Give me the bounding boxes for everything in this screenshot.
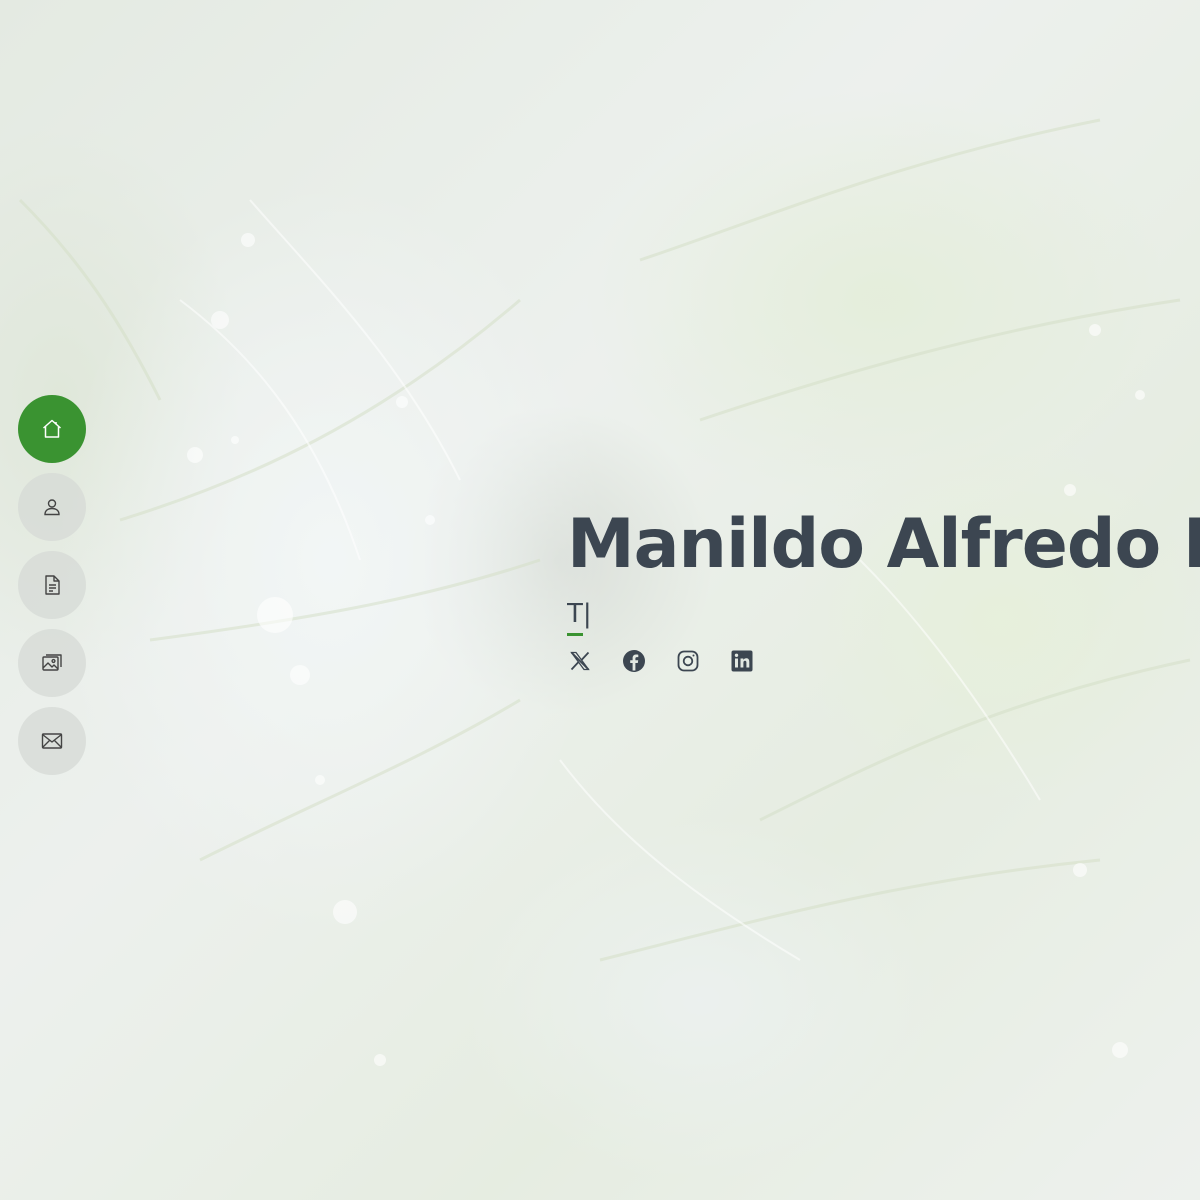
typed-text: T bbox=[567, 598, 583, 636]
linkedin-icon bbox=[731, 650, 753, 672]
x-twitter-icon bbox=[570, 651, 590, 671]
social-link-x-twitter[interactable] bbox=[567, 648, 593, 674]
social-link-instagram[interactable] bbox=[675, 648, 701, 674]
social-link-facebook[interactable] bbox=[621, 648, 647, 674]
envelope-icon bbox=[41, 733, 63, 749]
nav-item-contact[interactable]: contact bbox=[18, 707, 86, 775]
nav-item-resume[interactable]: resume bbox=[18, 551, 86, 619]
nav-item-home[interactable]: home bbox=[18, 395, 86, 463]
images-icon bbox=[42, 654, 62, 671]
social-link-linkedin[interactable] bbox=[729, 648, 755, 674]
nav-item-about[interactable]: about bbox=[18, 473, 86, 541]
facebook-icon bbox=[623, 650, 645, 672]
person-icon bbox=[44, 499, 60, 516]
side-navigation: home about resume portfolio contact bbox=[18, 395, 86, 775]
document-icon bbox=[45, 575, 60, 595]
instagram-icon bbox=[677, 650, 699, 672]
house-icon bbox=[43, 419, 61, 438]
hero-name-heading: Manildo Alfredo M bbox=[567, 505, 1200, 584]
nav-item-portfolio[interactable]: portfolio bbox=[18, 629, 86, 697]
social-links bbox=[567, 648, 1200, 674]
hero-section: Manildo Alfredo M T | bbox=[567, 500, 1200, 674]
typed-cursor: | bbox=[582, 599, 592, 629]
typed-text-container: T | bbox=[567, 598, 1200, 642]
